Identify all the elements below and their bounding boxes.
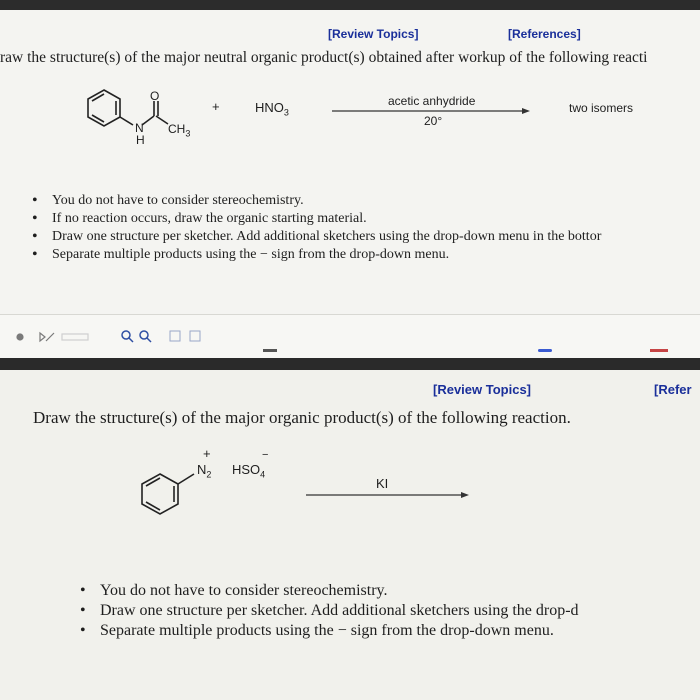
zoom-in-icon	[121, 330, 131, 340]
hydrogen-label: H	[136, 133, 145, 147]
negative-charge: −	[262, 449, 269, 461]
product-label: two isomers	[569, 101, 634, 115]
positive-charge: +	[203, 446, 211, 461]
list-item: Separate multiple products using the − s…	[32, 246, 601, 264]
toolbar-marker	[650, 349, 668, 352]
benzene-ring	[141, 473, 179, 515]
references-link-2[interactable]: [Refer	[654, 382, 692, 397]
review-topics-link-2[interactable]: [Review Topics]	[433, 382, 531, 397]
list-item: Draw one structure per sketcher. Add add…	[32, 228, 601, 246]
potassium-iodide-label: KI	[376, 476, 389, 491]
undo-icon	[39, 331, 46, 343]
toolbar-marker	[263, 349, 277, 352]
nitric-acid-label: HNO3	[255, 100, 289, 118]
hydrogen-sulfate-label: HSO4	[232, 462, 266, 480]
methyl-label: CH3	[168, 122, 191, 139]
list-item: You do not have to consider stereochemis…	[32, 192, 601, 210]
eraser-icon	[61, 333, 89, 341]
instructions-list-2: You do not have to consider stereochemis…	[80, 581, 579, 641]
list-item: You do not have to consider stereochemis…	[80, 581, 579, 601]
references-link-1[interactable]: [References]	[508, 27, 581, 41]
browser-top-strip	[0, 0, 700, 10]
reaction-arrow-2	[306, 492, 469, 498]
instructions-list-1: You do not have to consider stereochemis…	[32, 192, 601, 264]
list-item: If no reaction occurs, draw the organic …	[32, 210, 601, 228]
clean-structure-icon	[169, 330, 181, 342]
sketcher-toolbar	[0, 314, 700, 359]
zoom-tools[interactable]	[118, 328, 158, 344]
list-item: Separate multiple products using the − s…	[80, 621, 579, 641]
sketcher-tools-left	[16, 331, 89, 343]
lasso-icon	[16, 333, 24, 341]
c-n-bond	[119, 116, 134, 126]
plus-sign-1: +	[212, 99, 220, 114]
list-item: Draw one structure per sketcher. Add add…	[80, 601, 579, 621]
n-c-bond	[141, 115, 155, 126]
acetanilide-structure	[87, 89, 169, 127]
c-ch3-bond	[155, 115, 169, 125]
clean-2d-icon	[189, 330, 201, 342]
benzene-ring	[87, 89, 121, 127]
oxygen-label: O	[150, 89, 160, 103]
question-text-2: Draw the structure(s) of the major organ…	[33, 408, 571, 427]
clean-tools[interactable]	[168, 328, 208, 344]
panel-divider	[0, 358, 700, 370]
benzenediazonium-structure	[141, 473, 195, 515]
toolbar-marker	[538, 349, 552, 352]
bond-icon	[45, 332, 55, 342]
c-n-bond	[177, 473, 195, 485]
question-text-1: raw the structure(s) of the major neutra…	[0, 49, 648, 66]
condition-below-arrow: 20°	[424, 114, 443, 128]
review-topics-link-1[interactable]: [Review Topics]	[328, 27, 418, 41]
zoom-out-icon	[139, 330, 149, 340]
diazonium-label: N2	[197, 462, 212, 480]
